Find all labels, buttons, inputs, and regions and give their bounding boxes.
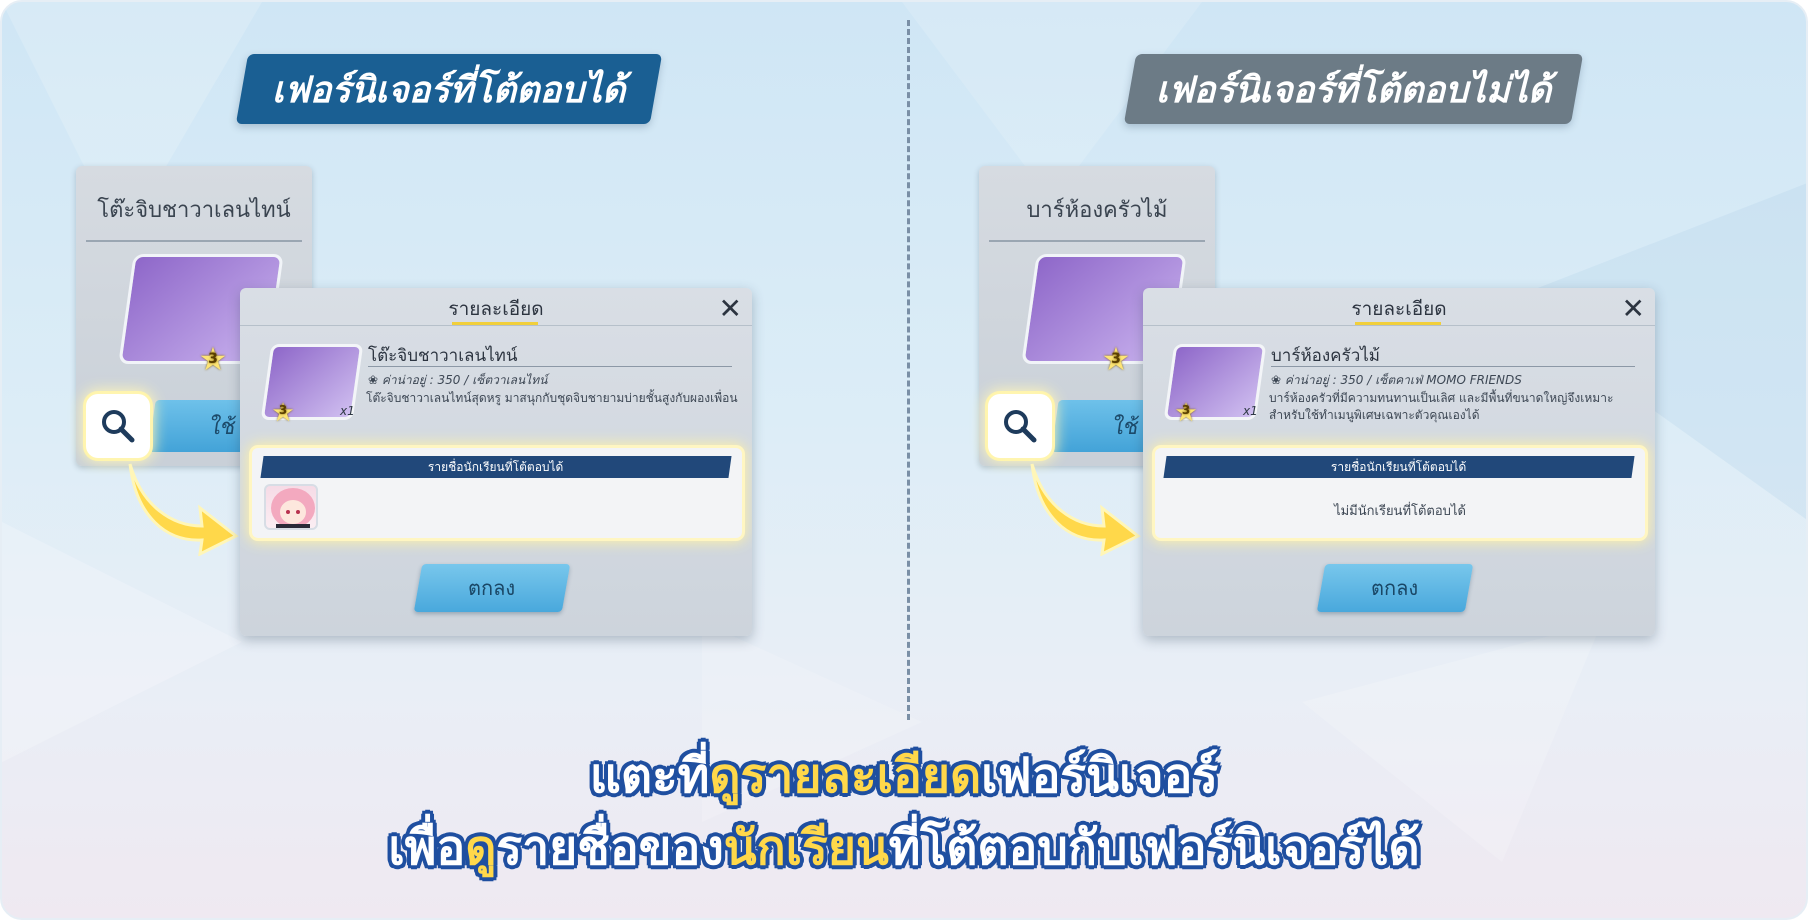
ok-button[interactable]: ตกลง bbox=[413, 564, 571, 612]
item-count: x1 bbox=[340, 404, 355, 418]
meta-text: ค่าน่าอยู่ : 350 / เซ็ตคาเฟ่ MOMO FRIEND… bbox=[1284, 373, 1522, 387]
star-icon: ★ 3 bbox=[198, 340, 228, 378]
footer-line-2: เพื่อดูรายชื่อของนักเรียนที่โต้ตอบกับเฟอ… bbox=[2, 810, 1806, 886]
banner-non-interactable-label: เฟอร์นิเจอร์ที่โต้ตอบไม่ได้ bbox=[1155, 69, 1552, 111]
item-meta: ❀ ค่าน่าอยู่ : 350 / เซ็ตวาเลนไทน์ bbox=[368, 371, 547, 390]
item-name: บาร์ห้องครัวไม้ bbox=[1271, 346, 1380, 366]
arrow-icon bbox=[1030, 463, 1141, 556]
student-list-header-label: รายชื่อนักเรียนที่โต้ตอบได้ bbox=[1331, 459, 1467, 474]
magnifier-icon[interactable] bbox=[86, 394, 150, 458]
banner-interactable-label: เฟอร์นิเจอร์ที่โต้ตอบได้ bbox=[272, 69, 626, 111]
footer-text: ที่โต้ตอบกับเฟอร์นิเจอร์ได้ bbox=[888, 820, 1420, 876]
item-name: โต๊ะจิบชาวาเลนไทน์ bbox=[368, 346, 518, 366]
footer-text: เฟอร์นิเจอร์ bbox=[981, 748, 1219, 804]
item-count: x1 bbox=[1243, 404, 1258, 418]
use-button-label: ใช้ bbox=[208, 414, 238, 440]
student-list-box: รายชื่อนักเรียนที่โต้ตอบได้ ไม่มีนักเรีย… bbox=[1155, 448, 1645, 538]
arrow-icon bbox=[128, 463, 239, 556]
footer-highlight: นักเรียน bbox=[723, 820, 889, 876]
affection-icon: ❀ bbox=[1271, 373, 1285, 387]
divider bbox=[86, 240, 302, 242]
dialog-title: รายละเอียด bbox=[1351, 298, 1447, 320]
dialog-title: รายละเอียด bbox=[448, 298, 544, 320]
student-list-header: รายชื่อนักเรียนที่โต้ตอบได้ bbox=[260, 456, 732, 478]
student-avatar[interactable] bbox=[264, 484, 318, 530]
student-list-header: รายชื่อนักเรียนที่โต้ตอบได้ bbox=[1163, 456, 1635, 478]
divider bbox=[1271, 366, 1635, 367]
title-underline bbox=[1355, 322, 1441, 325]
detail-dialog-left: รายละเอียด ✕ ★ 3 x1 โต๊ะจิบชาวาเลนไทน์ ❀ … bbox=[240, 288, 752, 636]
title-underline bbox=[452, 322, 538, 325]
ok-button-label: ตกลง bbox=[468, 576, 516, 600]
footer-text: รายชื่อของ bbox=[496, 820, 724, 876]
footer-highlight: ดูรายละเอียด bbox=[709, 748, 982, 804]
student-list-box: รายชื่อนักเรียนที่โต้ตอบได้ bbox=[252, 448, 742, 538]
magnifier-icon[interactable] bbox=[988, 394, 1052, 458]
star-icon: ★ 3 bbox=[1101, 340, 1131, 378]
affection-icon: ❀ bbox=[368, 373, 382, 387]
furniture-card-title: โต๊ะจิบชาวาเลนไทน์ bbox=[97, 197, 291, 222]
divider bbox=[368, 366, 732, 367]
ok-button[interactable]: ตกลง bbox=[1316, 564, 1474, 612]
banner-non-interactable: เฟอร์นิเจอร์ที่โต้ตอบไม่ได้ bbox=[1123, 54, 1584, 124]
close-icon[interactable]: ✕ bbox=[1622, 292, 1645, 325]
divider bbox=[989, 240, 1205, 242]
student-list-header-label: รายชื่อนักเรียนที่โต้ตอบได้ bbox=[428, 459, 564, 474]
footer-text: เพื่อ bbox=[388, 820, 466, 876]
star-icon: ★ 3 bbox=[1174, 398, 1198, 428]
furniture-card-title: บาร์ห้องครัวไม้ bbox=[1026, 197, 1168, 222]
section-divider bbox=[907, 20, 910, 720]
use-button-label: ใช้ bbox=[1111, 414, 1141, 440]
student-list-empty: ไม่มีนักเรียนที่โต้ตอบได้ bbox=[1334, 504, 1466, 519]
detail-dialog-right: รายละเอียด ✕ ★ 3 x1 บาร์ห้องครัวไม้ ❀ ค่า… bbox=[1143, 288, 1655, 636]
item-description: บาร์ห้องครัวที่มีความทนทานเป็นเลิศ และมี… bbox=[1269, 391, 1614, 422]
footer-text: แตะที่ bbox=[589, 748, 710, 804]
close-icon[interactable]: ✕ bbox=[719, 292, 742, 325]
star-icon: ★ 3 bbox=[271, 398, 295, 428]
footer-highlight: ดู bbox=[465, 820, 497, 876]
footer-line-1: แตะที่ดูรายละเอียดเฟอร์นิเจอร์ bbox=[2, 738, 1806, 814]
banner-interactable: เฟอร์นิเจอร์ที่โต้ตอบได้ bbox=[235, 54, 663, 124]
item-meta: ❀ ค่าน่าอยู่ : 350 / เซ็ตคาเฟ่ MOMO FRIE… bbox=[1271, 371, 1522, 390]
tutorial-frame: เฟอร์นิเจอร์ที่โต้ตอบได้ โต๊ะจิบชาวาเลนไ… bbox=[0, 0, 1808, 920]
item-description: โต๊ะจิบชาวาเลนไทน์สุดหรู มาสนุกกับชุดจิบ… bbox=[366, 391, 738, 405]
ok-button-label: ตกลง bbox=[1371, 576, 1419, 600]
meta-text: ค่าน่าอยู่ : 350 / เซ็ตวาเลนไทน์ bbox=[381, 373, 548, 387]
